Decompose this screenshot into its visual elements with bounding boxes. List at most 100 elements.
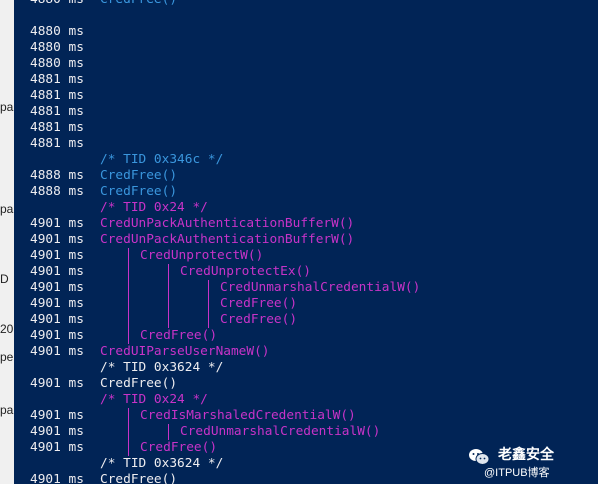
- trace-line: 4880 ms: [14, 24, 598, 40]
- thread-id-comment: /* TID 0x24 */: [100, 392, 208, 407]
- background-window-text: pa: [0, 202, 14, 216]
- trace-line: /* TID 0x24 */: [14, 392, 598, 408]
- call-tree-guide: [168, 296, 169, 312]
- call-tree-guide: [168, 264, 169, 280]
- function-call: CredUnmarshalCredentialW(): [180, 424, 381, 439]
- background-window-text: pa: [0, 403, 14, 417]
- trace-line: 4881 ms: [14, 120, 598, 136]
- terminal-output: 4880 msCredFree()4880 ms4880 ms4880 ms48…: [14, 0, 598, 484]
- watermark-site: @ITPUB博客: [484, 467, 550, 479]
- timestamp: 4901 ms: [30, 248, 84, 263]
- timestamp: 4901 ms: [30, 408, 84, 423]
- trace-line: 4901 ms CredFree(): [14, 376, 598, 392]
- call-tree-guide: [208, 280, 209, 296]
- function-call: CredFree(): [140, 328, 218, 343]
- function-call: CredUnmarshalCredentialW(): [220, 280, 421, 295]
- call-tree-guide: [128, 296, 129, 312]
- timestamp: 4901 ms: [30, 472, 84, 484]
- timestamp: 4881 ms: [30, 72, 84, 87]
- timestamp: 4901 ms: [30, 328, 84, 343]
- trace-line: 4901 ms CredUnprotectEx(): [14, 264, 598, 280]
- timestamp: 4901 ms: [30, 424, 84, 439]
- timestamp: 4901 ms: [30, 216, 84, 231]
- trace-line: 4881 ms: [14, 72, 598, 88]
- function-call: CredFree(): [220, 296, 298, 311]
- call-tree-guide: [208, 312, 209, 328]
- function-call: CredFree(): [140, 440, 218, 455]
- thread-id-comment: /* TID 0x3624 */: [100, 360, 224, 375]
- trace-line: 4888 ms CredFree(): [14, 168, 598, 184]
- trace-line: /* TID 0x3624 */: [14, 360, 598, 376]
- trace-line: /* TID 0x24 */: [14, 200, 598, 216]
- function-call: CredFree(): [220, 312, 298, 327]
- timestamp: 4901 ms: [30, 344, 84, 359]
- trace-line: 4888 ms CredFree(): [14, 184, 598, 200]
- function-call: CredFree(): [100, 168, 178, 183]
- trace-line: 4901 ms CredFree(): [14, 296, 598, 312]
- function-call: CredFree(): [100, 0, 177, 8]
- function-call: CredFree(): [100, 376, 178, 391]
- timestamp: 4901 ms: [30, 232, 84, 247]
- watermark-name: 老鑫安全: [498, 446, 554, 462]
- function-call: CredUIParseUserNameW(): [100, 344, 270, 359]
- trace-line: 4901 ms CredUIParseUserNameW(): [14, 344, 598, 360]
- call-tree-guide: [128, 440, 129, 456]
- call-tree-guide: [128, 328, 129, 344]
- timestamp: 4881 ms: [30, 88, 84, 103]
- background-window-text: D: [0, 272, 9, 286]
- background-window-text: pe: [0, 350, 14, 364]
- timestamp: 4880 ms: [30, 56, 84, 71]
- trace-line: 4901 ms CredFree(): [14, 312, 598, 328]
- timestamp: 4901 ms: [30, 264, 84, 279]
- thread-id-comment: /* TID 0x346c */: [100, 152, 224, 167]
- trace-line: 4880 ms: [14, 56, 598, 72]
- timestamp: 4881 ms: [30, 120, 84, 135]
- background-window-text: 20: [0, 322, 14, 336]
- trace-line: 4901 ms CredIsMarshaledCredentialW(): [14, 408, 598, 424]
- function-call: CredUnprotectEx(): [180, 264, 311, 279]
- timestamp: 4901 ms: [30, 440, 84, 455]
- background-window-strip: pa pa D 20 pe pa: [0, 0, 14, 484]
- trace-line: 4901 ms CredFree(): [14, 328, 598, 344]
- background-window-text: pa: [0, 100, 14, 114]
- timestamp: 4901 ms: [30, 296, 84, 311]
- call-tree-guide: [128, 408, 129, 424]
- function-call: CredFree(): [100, 472, 178, 484]
- call-tree-guide: [128, 312, 129, 328]
- call-tree-guide: [208, 296, 209, 312]
- timestamp: 4880 ms: [30, 40, 84, 55]
- trace-line: [14, 8, 598, 24]
- call-tree-guide: [128, 424, 129, 440]
- trace-line: 4880 ms CredFree(): [14, 0, 598, 8]
- thread-id-comment: /* TID 0x24 */: [100, 200, 208, 215]
- function-call: CredUnPackAuthenticationBufferW(): [100, 216, 355, 231]
- trace-line: 4881 ms: [14, 136, 598, 152]
- trace-line: 4901 ms CredUnmarshalCredentialW(): [14, 280, 598, 296]
- timestamp: 4901 ms: [30, 280, 84, 295]
- timestamp: 4881 ms: [30, 104, 84, 119]
- timestamp: 4888 ms: [30, 184, 84, 199]
- trace-line: /* TID 0x346c */: [14, 152, 598, 168]
- function-call: CredUnprotectW(): [140, 248, 264, 263]
- function-call: CredIsMarshaledCredentialW(): [140, 408, 356, 423]
- call-tree-guide: [128, 264, 129, 280]
- trace-line: 4901 ms CredUnmarshalCredentialW(): [14, 424, 598, 440]
- trace-line: 4881 ms: [14, 88, 598, 104]
- call-tree-guide: [168, 312, 169, 328]
- function-call: CredUnPackAuthenticationBufferW(): [100, 232, 355, 247]
- call-tree-guide: [168, 424, 169, 440]
- watermark: 老鑫安全 @ITPUB博客: [468, 444, 588, 479]
- trace-line: 4901 ms CredUnprotectW(): [14, 248, 598, 264]
- call-tree-guide: [128, 280, 129, 296]
- thread-id-comment: /* TID 0x3624 */: [100, 456, 224, 471]
- timestamp: 4880 ms: [30, 24, 84, 39]
- timestamp: 4888 ms: [30, 168, 84, 183]
- timestamp: 4901 ms: [30, 312, 84, 327]
- trace-line: 4901 ms CredUnPackAuthenticationBufferW(): [14, 216, 598, 232]
- trace-line: 4881 ms: [14, 104, 598, 120]
- timestamp: 4880 ms: [30, 0, 84, 8]
- trace-line: 4901 ms CredUnPackAuthenticationBufferW(): [14, 232, 598, 248]
- timestamp: 4881 ms: [30, 136, 84, 151]
- timestamp: 4901 ms: [30, 376, 84, 391]
- call-tree-guide: [168, 280, 169, 296]
